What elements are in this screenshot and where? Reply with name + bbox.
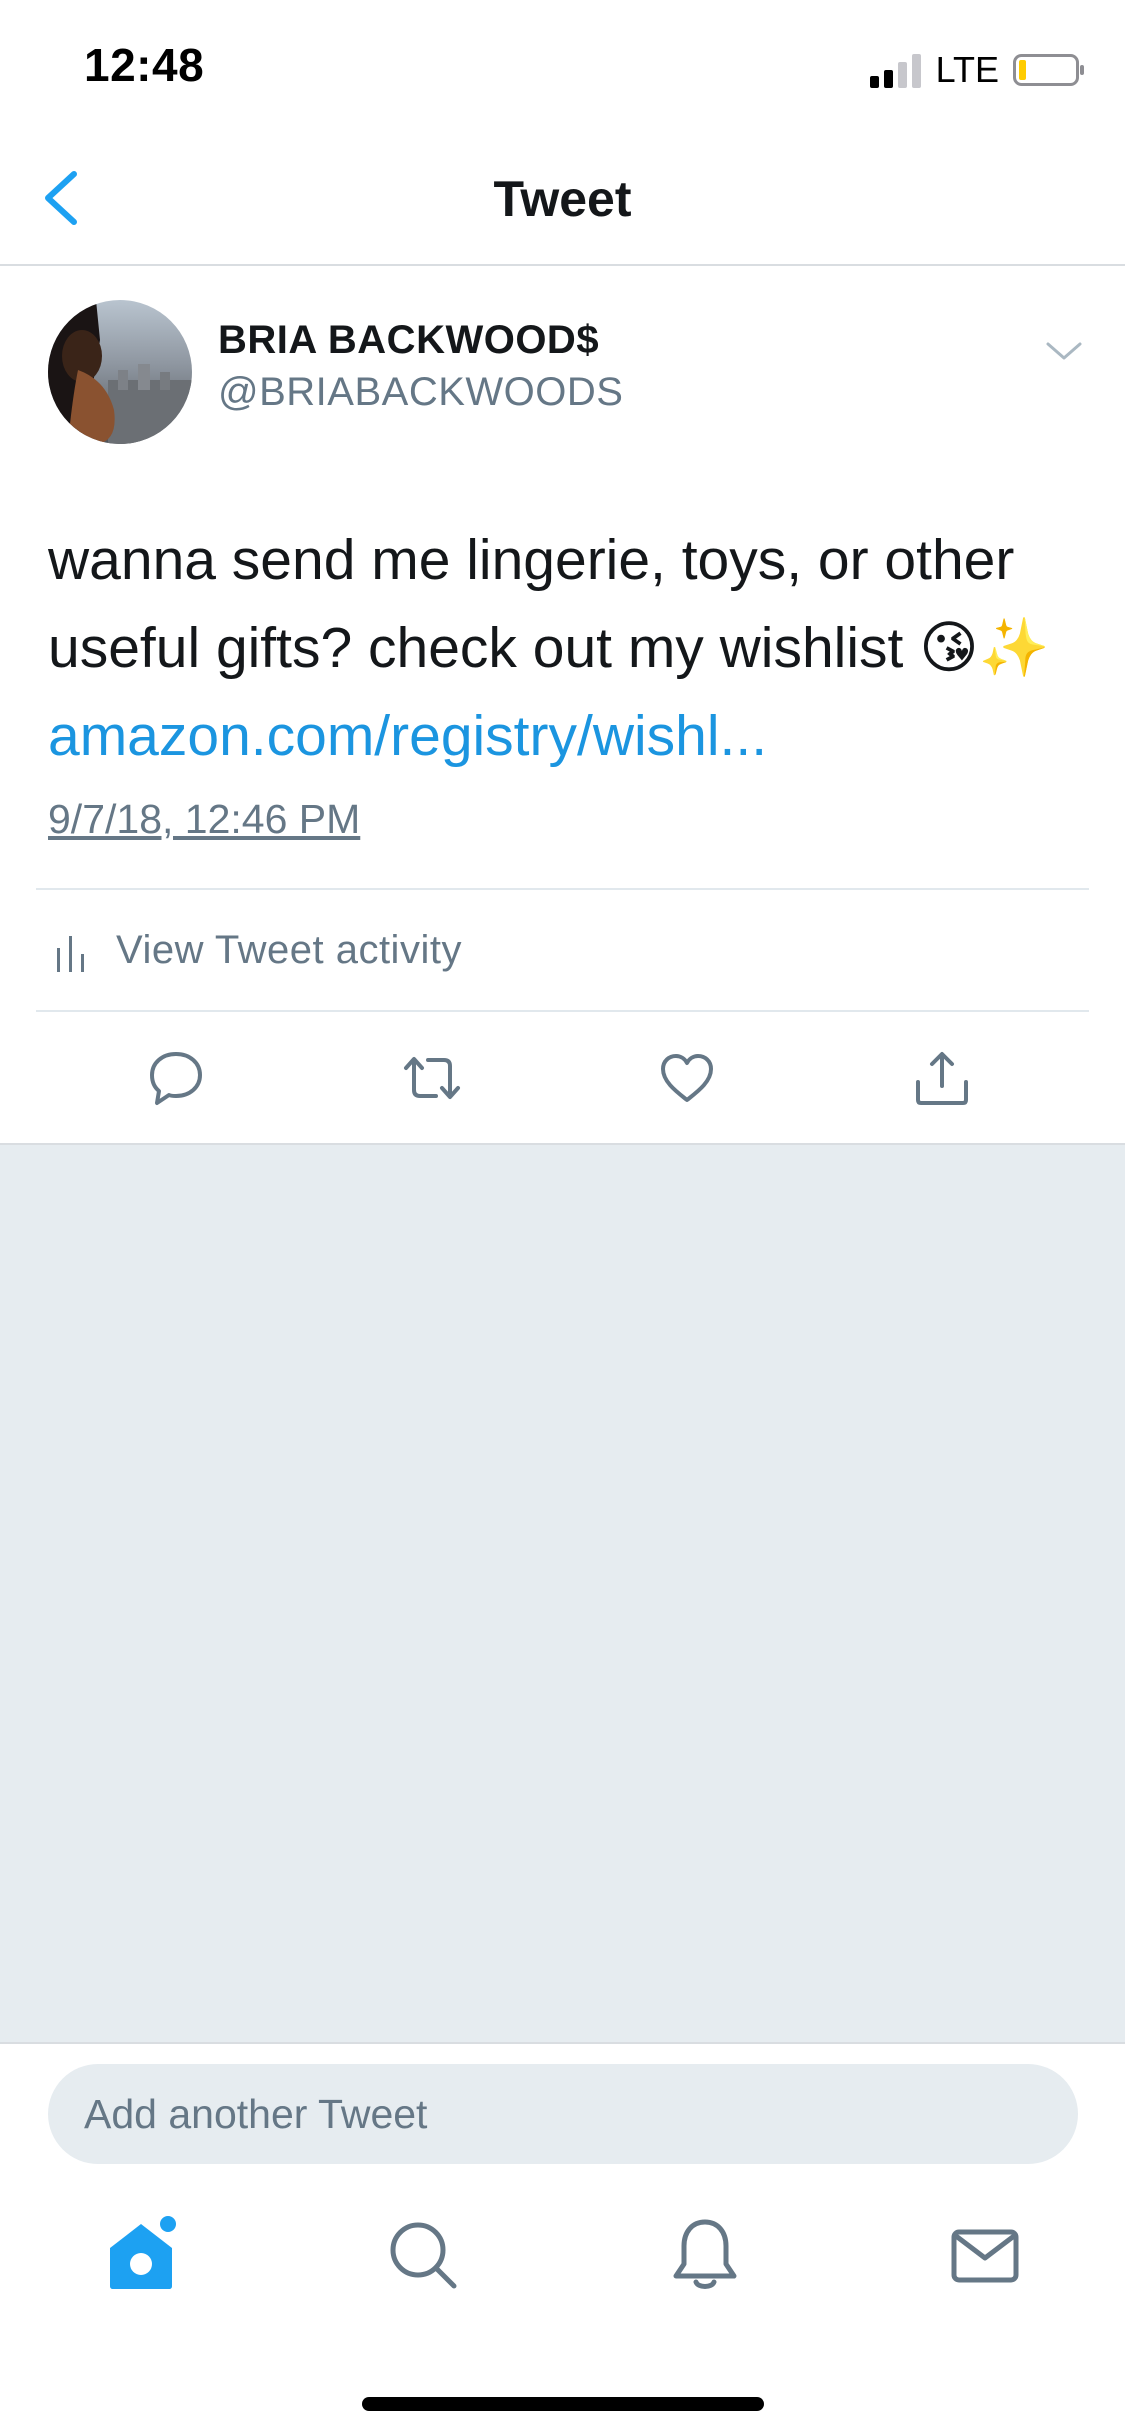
notifications-icon[interactable] [660, 2210, 750, 2300]
tweet-emoji: 😘✨ [919, 616, 1050, 680]
navigation-bar: Tweet [0, 130, 1125, 266]
signal-strength-icon [869, 54, 921, 88]
view-tweet-activity-button[interactable]: View Tweet activity [36, 890, 1089, 1010]
reply-icon[interactable] [144, 1046, 208, 1110]
status-indicators: LTE [869, 48, 1085, 92]
retweet-icon[interactable] [400, 1046, 464, 1110]
chevron-down-icon[interactable] [1044, 336, 1084, 366]
page-title: Tweet [493, 171, 632, 227]
tweet-text-line-2: useful gifts? check out my wishlist 😘✨ [48, 604, 1078, 692]
status-bar: 12:48 LTE [0, 0, 1125, 130]
view-tweet-activity-label: View Tweet activity [116, 928, 462, 972]
tweet-link[interactable]: amazon.com/registry/wishl... [48, 692, 767, 780]
tweet-text-line-2-text: useful gifts? check out my wishlist [48, 616, 904, 680]
author-handle[interactable]: @BRIABACKWOODS [218, 370, 623, 415]
like-icon[interactable] [655, 1046, 719, 1110]
tab-bar [0, 2210, 1125, 2330]
messages-icon[interactable] [940, 2210, 1030, 2300]
home-icon[interactable] [96, 2210, 186, 2300]
author-display-name[interactable]: BRIA BACKWOOD$ [218, 318, 599, 363]
search-icon[interactable] [378, 2210, 468, 2300]
share-icon[interactable] [910, 1046, 974, 1110]
battery-icon [1013, 54, 1084, 86]
home-indicator[interactable] [362, 2397, 764, 2411]
status-time: 12:48 [84, 39, 205, 91]
tweet-timestamp[interactable]: 9/7/18, 12:46 PM [48, 796, 360, 843]
analytics-icon [57, 936, 84, 972]
add-another-tweet-input[interactable] [48, 2064, 1078, 2164]
avatar[interactable] [48, 300, 192, 444]
tweet-detail-screen: 12:48 LTE Tweet BRIA BACKWOOD$ @BRIABACK… [0, 0, 1125, 2436]
replies-area [0, 1143, 1125, 2044]
tweet-text-line-1: wanna send me lingerie, toys, or other [48, 528, 1015, 592]
tweet-text: wanna send me lingerie, toys, or other u… [48, 516, 1078, 692]
avatar-photo [48, 300, 192, 444]
network-type: LTE [935, 49, 999, 90]
tweet-actions [0, 1012, 1125, 1142]
